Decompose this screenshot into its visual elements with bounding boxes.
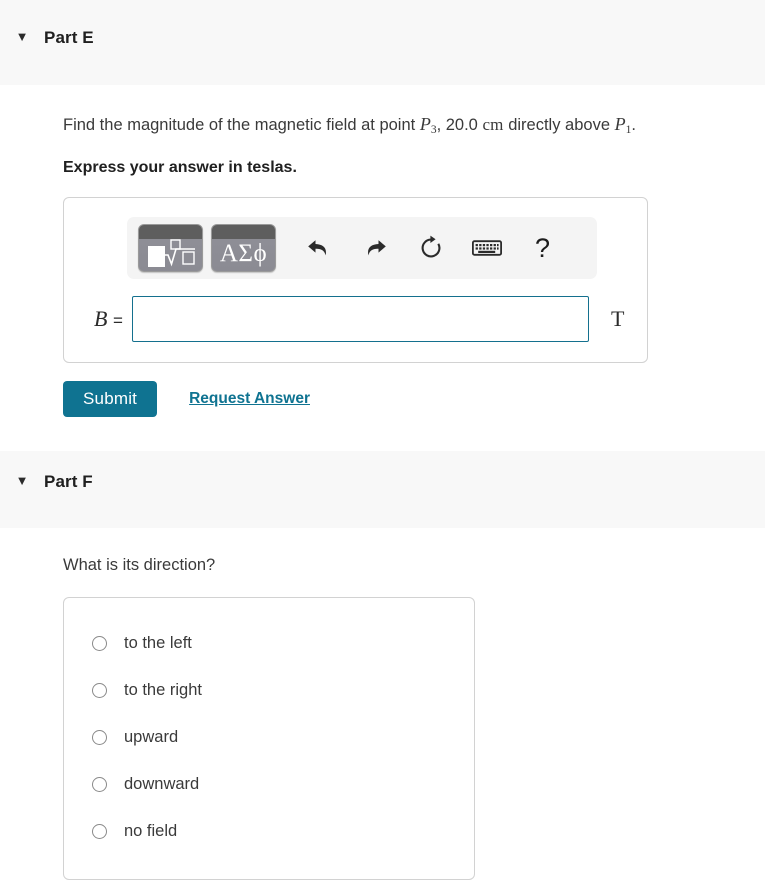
reset-button[interactable] — [407, 228, 454, 268]
greek-symbols-label: ΑΣϕ — [219, 240, 268, 267]
part-e-actions: Submit Request Answer — [63, 381, 749, 417]
choice-label: upward — [124, 728, 179, 746]
redo-button[interactable] — [351, 228, 398, 268]
unit-cm: cm — [482, 115, 504, 134]
submit-button[interactable]: Submit — [63, 381, 158, 417]
redo-icon — [367, 240, 386, 256]
radio-icon[interactable] — [92, 730, 107, 745]
part-e-answer-box: ΑΣϕ ? B = T — [63, 197, 648, 363]
answer-input[interactable] — [132, 296, 589, 342]
choice-row-no-field[interactable]: no field — [64, 808, 474, 855]
undo-button[interactable] — [295, 228, 342, 268]
question-middle: , 20.0 — [436, 116, 483, 134]
math-toolbar: ΑΣϕ ? — [127, 217, 597, 279]
part-f-question: What is its direction? — [63, 556, 216, 574]
part-e-instruction: Express your answer in teslas. — [63, 159, 297, 176]
choice-label: to the left — [124, 634, 192, 652]
part-f-title: Part F — [44, 472, 93, 491]
greek-symbols-button[interactable]: ΑΣϕ — [211, 224, 276, 272]
radical-template-icon — [165, 239, 195, 267]
question-tail: . — [631, 116, 636, 134]
chevron-down-icon-f[interactable]: ▼ — [0, 473, 44, 489]
radio-icon[interactable] — [92, 636, 107, 651]
answer-input-row: B = T — [64, 296, 647, 342]
equals-sign: = — [112, 311, 123, 330]
math-var-p3-sub: 3 — [430, 124, 437, 136]
choice-row-downward[interactable]: downward — [64, 761, 474, 808]
answer-unit-label: T — [611, 306, 625, 331]
math-var-p3-base: P — [419, 114, 431, 134]
part-f-body: What is its direction? to the left to th… — [0, 555, 765, 880]
template-placeholder-icon — [148, 246, 165, 267]
question-lead: Find the magnitude of the magnetic field… — [63, 116, 420, 134]
keyboard-button[interactable] — [463, 228, 510, 268]
math-var-p3: P3 — [419, 114, 437, 136]
undo-icon — [307, 240, 326, 256]
part-e-title: Part E — [44, 28, 94, 47]
keyboard-icon — [471, 240, 502, 256]
choice-label: to the right — [124, 681, 202, 699]
request-answer-link[interactable]: Request Answer — [189, 390, 310, 408]
part-e-question: Find the magnitude of the magnetic field… — [63, 113, 749, 138]
reset-icon — [421, 235, 440, 258]
math-var-p1-sub: 1 — [625, 124, 632, 136]
radio-icon[interactable] — [92, 824, 107, 839]
chevron-down-icon[interactable]: ▼ — [0, 29, 44, 45]
part-e-header[interactable]: ▼ Part E — [0, 0, 765, 85]
math-var-p1: P1 — [614, 114, 632, 136]
part-f-header[interactable]: ▼ Part F — [0, 451, 765, 528]
part-e-body: Find the magnitude of the magnetic field… — [0, 113, 765, 417]
math-template-button[interactable] — [138, 224, 203, 272]
radio-icon[interactable] — [92, 777, 107, 792]
choice-row-to-the-right[interactable]: to the right — [64, 667, 474, 714]
radio-icon[interactable] — [92, 683, 107, 698]
choice-row-to-the-left[interactable]: to the left — [64, 620, 474, 667]
part-f-choice-box: to the left to the right upward downward… — [63, 597, 475, 880]
question-middle2: directly above — [503, 116, 615, 134]
math-var-p1-base: P — [614, 114, 626, 134]
answer-variable-label: B = — [84, 306, 132, 332]
answer-variable-b: B — [94, 306, 108, 331]
choice-row-upward[interactable]: upward — [64, 714, 474, 761]
help-button[interactable]: ? — [519, 228, 566, 268]
choice-label: downward — [124, 775, 200, 793]
choice-label: no field — [124, 822, 178, 840]
